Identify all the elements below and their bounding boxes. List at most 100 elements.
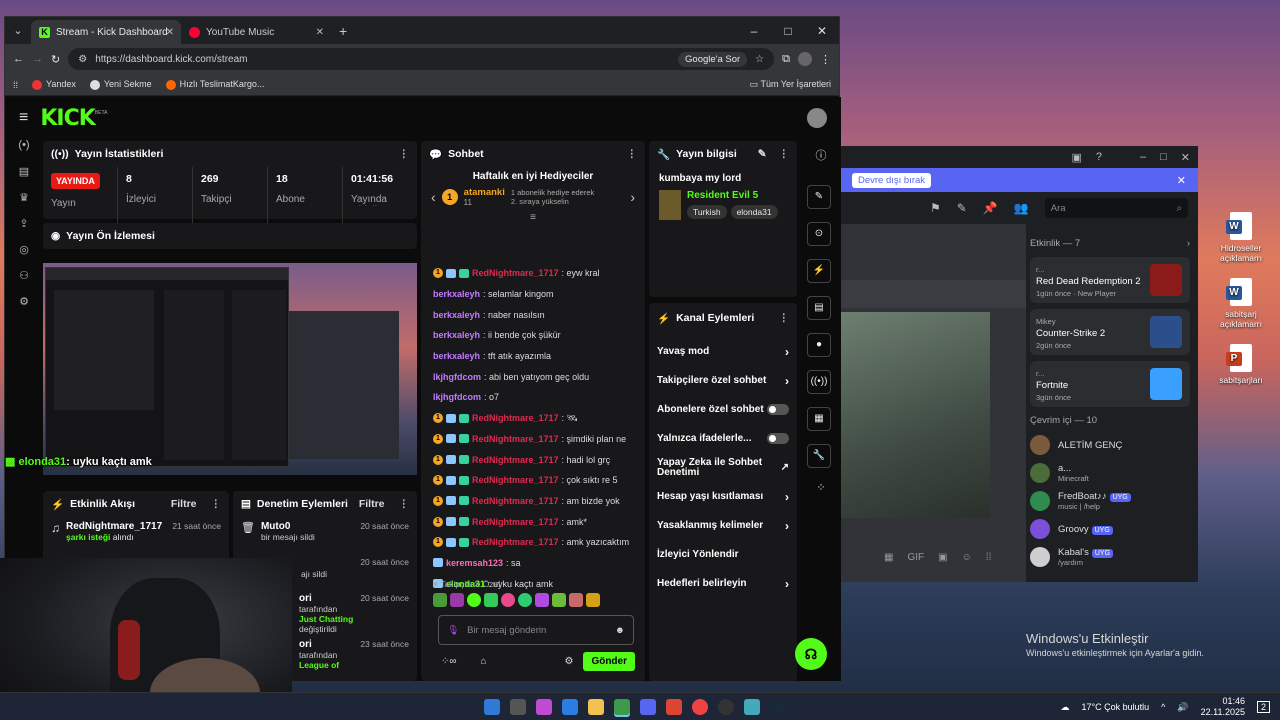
tab-kick-dashboard[interactable]: K Stream - Kick Dashboard ✕	[31, 20, 181, 44]
chevron-right-icon[interactable]: ›	[1187, 238, 1190, 249]
bookmark-item[interactable]: Yeni Sekme	[89, 79, 152, 90]
volume-icon[interactable]: 🔊	[1177, 702, 1188, 713]
notification-icon[interactable]: 2	[1256, 701, 1270, 713]
users-nav-icon[interactable]: ⚇	[13, 269, 35, 295]
bookmark-item[interactable]: Yandex	[32, 79, 76, 90]
chat-username[interactable]: berkxaleyh	[433, 330, 480, 340]
chat-message[interactable]: 1 RedNightmare_1717: amk yazıcaktım	[433, 532, 633, 553]
disable-button[interactable]: Devre dışı bırak	[852, 172, 932, 188]
member-item[interactable]: Groovy UYG	[1030, 516, 1190, 542]
chat-message[interactable]: lkjhgfdcom: o7	[433, 387, 633, 408]
explorer-icon[interactable]	[588, 698, 604, 715]
close-icon[interactable]: ✕	[1177, 174, 1186, 187]
settings-nav-icon[interactable]: ⚙	[13, 295, 35, 321]
chat-tool-icon[interactable]: ●	[807, 333, 831, 357]
app-icon[interactable]	[666, 698, 682, 715]
channel-action-item[interactable]: Yalnızca ifadelerle...	[649, 424, 797, 453]
chat-message[interactable]: berkxaleyh: ii bende çok şükür	[433, 325, 633, 346]
emote-icon[interactable]	[569, 593, 583, 607]
all-bookmarks[interactable]: ▭ Tüm Yer İşaretleri	[750, 79, 831, 90]
chat-message[interactable]: 1 RedNightmare_1717: çok sıktı re 5	[433, 470, 633, 491]
chat-username[interactable]: RedNightmare_1717	[472, 496, 559, 506]
tab-search-icon[interactable]: ⌄	[5, 24, 31, 37]
close-tab-icon[interactable]: ✕	[166, 27, 174, 38]
edit-tool-icon[interactable]: ✎	[807, 185, 831, 209]
chat-username[interactable]: RedNightmare_1717	[472, 537, 559, 547]
steam-icon[interactable]	[770, 698, 786, 715]
chat-username[interactable]: RedNightmare_1717	[472, 475, 559, 485]
back-icon[interactable]: ←	[13, 53, 24, 65]
edge-icon[interactable]	[484, 698, 500, 715]
camera-nav-icon[interactable]: ◎	[13, 243, 35, 269]
desktop-icon-doc2[interactable]: W sabitşarj açıklamarrı	[1206, 278, 1276, 329]
send-button[interactable]: Gönder	[583, 651, 635, 671]
layout-tool-icon[interactable]: ▦	[807, 407, 831, 431]
emote-icon[interactable]	[552, 593, 566, 607]
discord-icon[interactable]	[640, 698, 656, 715]
maximize-icon[interactable]: □	[1160, 151, 1167, 163]
chrome-alt-icon[interactable]	[692, 698, 708, 715]
chevron-right-icon[interactable]: ›	[630, 189, 635, 205]
outlook-icon[interactable]	[562, 698, 578, 715]
member-item[interactable]: a... Minecraft	[1030, 460, 1190, 486]
clock[interactable]: 01:46 22.11.2025	[1201, 696, 1245, 718]
emote-icon[interactable]	[586, 593, 600, 607]
more-options-icon[interactable]: ⋮	[779, 312, 790, 324]
minimize-icon[interactable]: –	[1140, 151, 1146, 163]
hamburger-menu-icon[interactable]: ≡	[19, 109, 28, 127]
gift-icon[interactable]: ▦	[884, 552, 893, 563]
activity-card[interactable]: r... Red Dead Redemption 2 1gün önce · N…	[1030, 257, 1190, 303]
chat-username[interactable]: berkxaleyh	[433, 289, 480, 299]
extensions-icon[interactable]: ⧉	[782, 53, 790, 66]
upload-nav-icon[interactable]: ⇪	[13, 217, 35, 243]
chat-username[interactable]: RedNightmare_1717	[472, 413, 559, 423]
support-headset-icon[interactable]: ☊	[795, 638, 827, 670]
chat-username[interactable]: RedNightmare_1717	[472, 268, 559, 278]
chat-message[interactable]: lkjhgfdcom: abi ben yatıyom geç oldu	[433, 366, 633, 387]
help-icon[interactable]: ?	[1096, 151, 1102, 163]
chat-username[interactable]: berkxaleyh	[433, 310, 480, 320]
member-item[interactable]: FredBoat♪♪ UYG music | /help	[1030, 488, 1190, 514]
emote-icon[interactable]	[484, 593, 498, 607]
chat-username[interactable]: lkjhgfdcom	[433, 392, 481, 402]
emoji-icon[interactable]: ☻	[615, 625, 625, 636]
member-item[interactable]: Kabal's UYG/yardım	[1030, 544, 1190, 570]
members-icon[interactable]: 👥	[1014, 201, 1029, 215]
store-icon[interactable]	[510, 698, 526, 715]
chat-username[interactable]: RedNightmare_1717	[472, 434, 559, 444]
minimize-icon[interactable]: –	[737, 24, 771, 38]
emoji-icon[interactable]: ☺	[962, 552, 972, 563]
edit-icon[interactable]: ✎	[758, 148, 767, 160]
chrome-icon[interactable]	[614, 698, 630, 715]
sticker-icon[interactable]: ▣	[938, 552, 947, 563]
info-icon[interactable]: ⓘ	[807, 147, 835, 163]
dashboard-nav-icon[interactable]: ▤	[13, 165, 35, 191]
moderation-item[interactable]: 🗑 Muto0 bir mesajı sildi 20 saat önce	[233, 517, 417, 553]
close-icon[interactable]: ✕	[1181, 151, 1190, 164]
pin-icon[interactable]: 📌	[983, 201, 998, 215]
maximize-icon[interactable]: □	[771, 24, 805, 38]
google-ask-button[interactable]: Google'a Sor	[678, 51, 748, 67]
more-options-icon[interactable]: ⋮	[627, 148, 638, 160]
desktop-icon-ppt[interactable]: P sabitşarjları	[1206, 344, 1276, 385]
share-icon[interactable]: ⁘	[807, 481, 835, 494]
chat-message[interactable]: berkxaleyh: selamlar kingom	[433, 284, 633, 305]
broadcast-tool-icon[interactable]: ((•))	[807, 370, 831, 394]
emote-icon[interactable]	[501, 593, 515, 607]
flash-tool-icon[interactable]: ⚡	[807, 259, 831, 283]
chat-username[interactable]: RedNightmare_1717	[472, 455, 559, 465]
chat-message[interactable]: 1 RedNightmare_1717: eyw kral	[433, 263, 633, 284]
activity-card[interactable]: r... Fortnite 3gün önce	[1030, 361, 1190, 407]
activity-item[interactable]: ♫ RedNightmare_1717 şarkı isteği alındı …	[43, 517, 229, 546]
stream-nav-icon[interactable]: (•)	[13, 139, 35, 165]
emote-icon[interactable]	[467, 593, 481, 607]
chat-message[interactable]: 1 RedNightmare_1717: hadi lol grç	[433, 449, 633, 470]
collapse-icon[interactable]: ≡	[421, 212, 645, 223]
menu-icon[interactable]: ⋮	[820, 53, 831, 66]
chat-username[interactable]: RedNightmare_1717	[472, 517, 559, 527]
chat-username[interactable]: lkjhgfdcom	[433, 372, 481, 382]
tag-chip[interactable]: elonda31	[730, 205, 778, 219]
game-link[interactable]: Resident Evil 5	[687, 190, 778, 201]
chat-input[interactable]: 🎙 Bir mesaj gönderin ☻	[438, 615, 634, 645]
site-info-icon[interactable]: ⚙	[78, 54, 87, 65]
